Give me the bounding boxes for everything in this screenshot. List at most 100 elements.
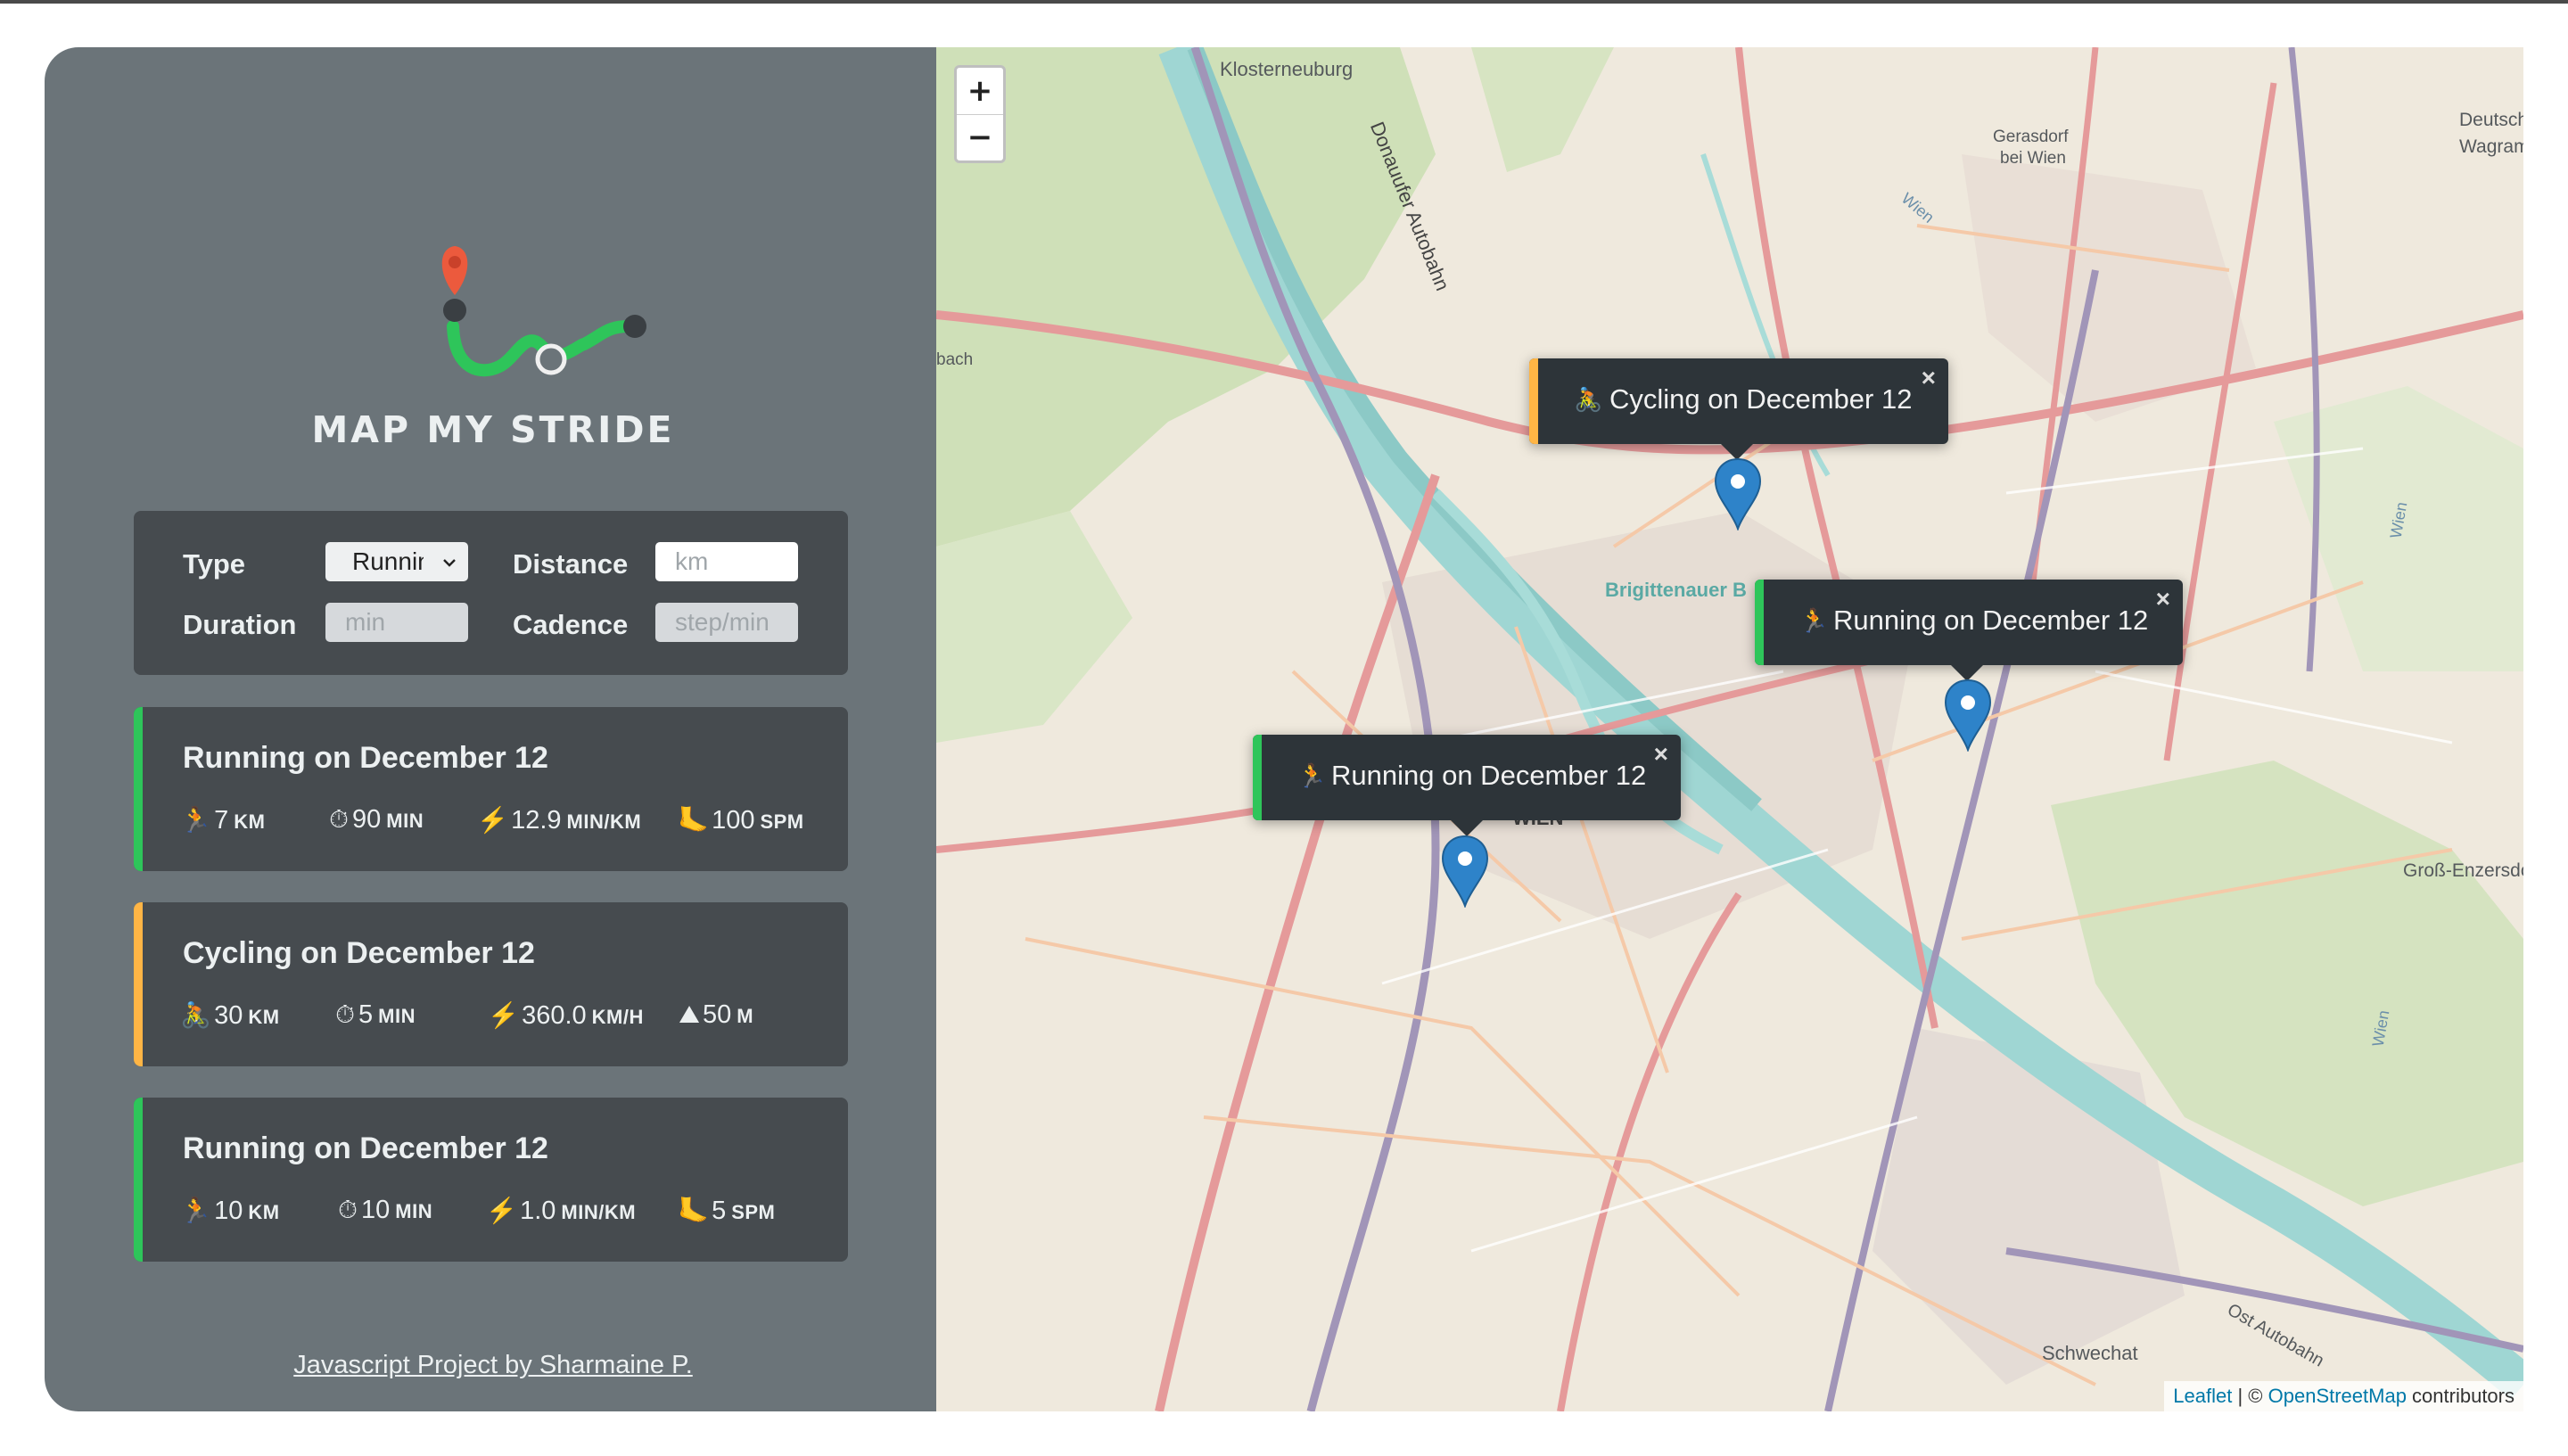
duration-unit: MIN bbox=[378, 1005, 416, 1027]
distance-stat: 🏃 7 KM bbox=[180, 805, 265, 835]
map-marker-icon[interactable] bbox=[1714, 457, 1762, 531]
elevation-unit: M bbox=[737, 1005, 754, 1027]
place-label: bei Wien bbox=[2000, 149, 2066, 168]
map[interactable]: Klosterneuburg Donauufer Autobahn Gerasd… bbox=[936, 47, 2523, 1411]
pace-stat: ⚡ 12.9 MIN/KM bbox=[477, 805, 641, 835]
duration-stat: ⏱ 10 MIN bbox=[334, 1196, 432, 1225]
logo-icon bbox=[441, 246, 646, 377]
stopwatch-icon: ⏱ bbox=[335, 1000, 355, 1028]
cadence-value: 5 bbox=[712, 1197, 727, 1225]
close-icon[interactable]: × bbox=[1654, 740, 1668, 769]
top-border bbox=[0, 0, 2568, 4]
lightning-icon: ⚡ bbox=[488, 1001, 519, 1029]
pace-unit: MIN/KM bbox=[566, 810, 642, 833]
speed-unit: KM/H bbox=[591, 1006, 644, 1028]
runner-icon: 🏃 bbox=[180, 1197, 211, 1224]
pace-value: 12.9 bbox=[511, 806, 562, 835]
distance-unit: KM bbox=[248, 1201, 280, 1223]
duration-unit: MIN bbox=[395, 1200, 433, 1222]
map-tiles[interactable] bbox=[936, 47, 2523, 1411]
distance-unit: KM bbox=[234, 810, 266, 833]
stopwatch-icon: ⏱ bbox=[338, 1196, 358, 1223]
zoom-out-button[interactable]: − bbox=[957, 114, 1003, 160]
workout-title: Running on December 12 bbox=[183, 741, 548, 775]
pace-value: 1.0 bbox=[520, 1197, 556, 1225]
runner-icon: 🏃 bbox=[1799, 607, 1829, 634]
distance-value: 7 bbox=[214, 806, 229, 835]
attribution-suffix: contributors bbox=[2406, 1385, 2514, 1407]
map-marker-icon[interactable] bbox=[1944, 679, 1992, 752]
popup-text: Running on December 12 bbox=[1331, 760, 1647, 791]
cadence-unit: SPM bbox=[760, 810, 804, 833]
close-icon[interactable]: × bbox=[2156, 585, 2170, 613]
cyclist-icon: 🚴 bbox=[1574, 386, 1603, 413]
workout-popup-running[interactable]: 🏃 Running on December 12 × bbox=[1253, 735, 1681, 836]
footprint-icon: 🦶 bbox=[678, 806, 709, 834]
distance-stat: 🏃 10 KM bbox=[180, 1196, 280, 1226]
distance-value: 30 bbox=[214, 1001, 243, 1030]
cadence-stat: 🦶 5 SPM bbox=[678, 1196, 775, 1226]
popup-color-edge bbox=[1529, 358, 1538, 444]
cadence-unit: SPM bbox=[731, 1201, 776, 1223]
type-label: Type bbox=[183, 548, 246, 580]
type-select-value: Running bbox=[352, 547, 424, 575]
workout-popup-running[interactable]: 🏃 Running on December 12 × bbox=[1755, 580, 2183, 681]
popup-color-edge bbox=[1755, 580, 1764, 665]
running-color-bar bbox=[134, 1098, 143, 1262]
map-marker-icon[interactable] bbox=[1441, 835, 1489, 908]
pace-unit: MIN/KM bbox=[561, 1201, 637, 1223]
place-label: Groß-Enzersdorf bbox=[2403, 860, 2523, 881]
workout-card-running[interactable]: Running on December 12 🏃 7 KM ⏱ 90 MIN ⚡ 12… bbox=[134, 707, 848, 871]
cadence-input[interactable] bbox=[655, 603, 798, 642]
speed-stat: ⚡ 360.0 KM/H bbox=[488, 1000, 644, 1031]
cadence-label: Cadence bbox=[513, 609, 629, 640]
lightning-icon: ⚡ bbox=[486, 1197, 517, 1224]
sidebar: MAP MY STRIDE Type Running Distance Dura… bbox=[45, 47, 979, 1411]
duration-stat: ⏱ 90 MIN bbox=[325, 805, 424, 835]
workout-title: Running on December 12 bbox=[183, 1131, 548, 1165]
duration-stat: ⏱ 5 MIN bbox=[332, 1000, 416, 1030]
runner-icon: 🏃 bbox=[1297, 762, 1327, 789]
type-select[interactable]: Running bbox=[325, 542, 468, 581]
map-attribution: Leaflet | © OpenStreetMap contributors bbox=[2164, 1381, 2523, 1411]
stopwatch-icon: ⏱ bbox=[329, 805, 349, 833]
popup-text: Cycling on December 12 bbox=[1609, 383, 1913, 415]
elevation-value: 50 bbox=[703, 1000, 732, 1029]
cadence-stat: 🦶 100 SPM bbox=[678, 805, 804, 835]
cyclist-icon: 🚴 bbox=[180, 1001, 211, 1029]
distance-value: 10 bbox=[214, 1197, 243, 1225]
place-label: bach bbox=[936, 350, 974, 369]
openstreetmap-link[interactable]: OpenStreetMap bbox=[2268, 1385, 2407, 1407]
duration-label: Duration bbox=[183, 609, 297, 640]
runner-icon: 🏃 bbox=[180, 806, 211, 834]
running-color-bar bbox=[134, 707, 143, 871]
lightning-icon: ⚡ bbox=[477, 806, 508, 834]
zoom-in-button[interactable]: + bbox=[957, 68, 1003, 115]
workout-popup-cycling[interactable]: 🚴 Cycling on December 12 × bbox=[1529, 358, 1948, 460]
place-label: Gerasdorf bbox=[1993, 128, 2069, 146]
workout-card-cycling[interactable]: Cycling on December 12 🚴 30 KM ⏱ 5 MIN ⚡ 36… bbox=[134, 902, 848, 1066]
credit-link[interactable]: Javascript Project by Sharmaine P. bbox=[45, 1351, 942, 1380]
distance-label: Distance bbox=[513, 548, 629, 580]
distance-input[interactable] bbox=[655, 542, 798, 581]
app-title: MAP MY STRIDE bbox=[311, 408, 675, 451]
cadence-value: 100 bbox=[712, 806, 755, 835]
popup-color-edge bbox=[1253, 735, 1262, 820]
distance-stat: 🚴 30 KM bbox=[180, 1000, 280, 1031]
duration-value: 5 bbox=[358, 1000, 374, 1029]
elevation-stat: ⛰ 50 M bbox=[676, 1000, 753, 1030]
mountain-icon: ⛰ bbox=[679, 1000, 700, 1028]
duration-unit: MIN bbox=[386, 810, 424, 832]
duration-input[interactable] bbox=[325, 603, 468, 642]
pace-stat: ⚡ 1.0 MIN/KM bbox=[486, 1196, 636, 1226]
popup-tip bbox=[1449, 818, 1485, 836]
cycling-color-bar bbox=[134, 902, 143, 1066]
duration-value: 90 bbox=[352, 805, 382, 834]
close-icon[interactable]: × bbox=[1922, 364, 1936, 392]
place-label: Brigittenauer B bbox=[1605, 579, 1747, 601]
attribution-separator: | © bbox=[2232, 1385, 2268, 1407]
leaflet-link[interactable]: Leaflet bbox=[2173, 1385, 2232, 1407]
popup-text: Running on December 12 bbox=[1833, 605, 2149, 636]
distance-unit: KM bbox=[248, 1006, 280, 1028]
workout-card-running[interactable]: Running on December 12 🏃 10 KM ⏱ 10 MIN ⚡ 1… bbox=[134, 1098, 848, 1262]
